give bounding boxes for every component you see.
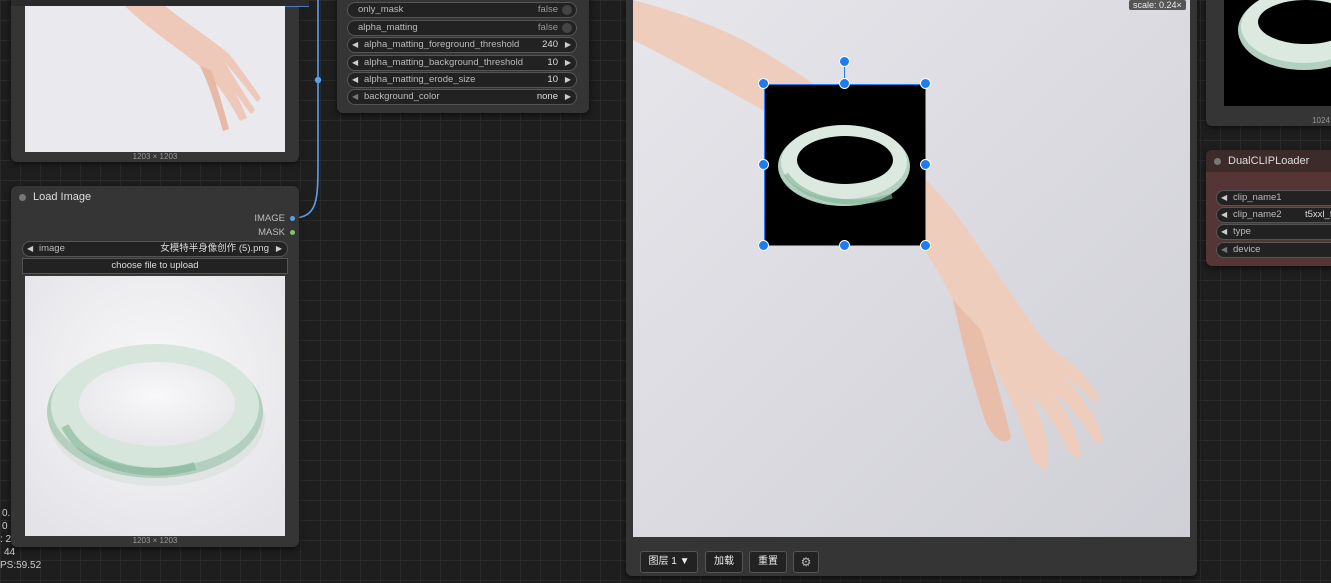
loaded-image-caption: 1203 × 1203: [132, 536, 178, 545]
stat-line-4: 44: [4, 547, 16, 558]
alpha-matting-label: alpha_matting: [358, 22, 418, 33]
increment-arrow[interactable]: ▶: [565, 73, 571, 87]
combo-prev-arrow[interactable]: ◀: [352, 90, 358, 104]
clip-name2-label: clip_name2: [1233, 209, 1282, 220]
combo-next-arrow[interactable]: ▶: [276, 242, 282, 256]
right-preview-node[interactable]: 1024: [1206, 0, 1331, 126]
type-widget[interactable]: ◀ type: [1216, 224, 1331, 240]
only-mask-value: false: [537, 4, 558, 15]
image-widget-value: 女模特半身像创作 (5).png: [160, 243, 269, 254]
alpha-matting-toggle[interactable]: alpha_matting false: [347, 20, 577, 36]
dual-clip-loader-node[interactable]: DualCLIPLoader ◀ clip_name1 ◀ clip_name2…: [1206, 150, 1331, 266]
increment-arrow[interactable]: ▶: [565, 38, 571, 52]
resize-handle-top-left[interactable]: [758, 78, 769, 89]
resize-handle-top[interactable]: [839, 78, 850, 89]
alpha-matting-value: false: [537, 22, 558, 33]
canvas-editor-node[interactable]: scale: 0.24×: [626, 0, 1197, 576]
node-collapse-dot[interactable]: [19, 194, 26, 201]
load-image-node[interactable]: Load Image IMAGE MASK ◀ image 女模特半身像创作 (…: [11, 186, 299, 547]
only-mask-label: only_mask: [358, 4, 404, 15]
load-button[interactable]: 加载: [705, 551, 743, 573]
right-preview-image: [1224, 0, 1331, 106]
scale-badge: scale: 0.24×: [1129, 0, 1186, 10]
resize-handle-bottom[interactable]: [839, 240, 850, 251]
erode-size-widget[interactable]: ◀ alpha_matting_erode_size 10 ▶: [347, 72, 577, 88]
only-mask-toggle[interactable]: only_mask false: [347, 2, 577, 18]
decrement-arrow[interactable]: ◀: [352, 38, 358, 52]
fps-readout: PS:59.52: [0, 560, 42, 571]
resize-handle-top-right[interactable]: [920, 78, 931, 89]
rotate-handle[interactable]: [839, 56, 850, 67]
toggle-knob: [562, 23, 572, 33]
node-collapse-dot[interactable]: [1214, 158, 1221, 165]
reset-button[interactable]: 重置: [749, 551, 787, 573]
layer-select[interactable]: 图层 1 ▼: [640, 551, 698, 573]
background-color-value: none: [536, 91, 558, 102]
clip-name2-widget[interactable]: ◀ clip_name2 t5xxl_f: [1216, 207, 1331, 223]
type-label: type: [1233, 226, 1251, 237]
dual-clip-title-text: DualCLIPLoader: [1228, 155, 1310, 167]
stat-line-3: : 2: [0, 534, 12, 545]
combo-next-arrow[interactable]: ▶: [565, 90, 571, 104]
device-widget[interactable]: ◀ device: [1216, 242, 1331, 258]
foreground-threshold-widget[interactable]: ◀ alpha_matting_foreground_threshold 240…: [347, 37, 577, 53]
increment-arrow[interactable]: ▶: [565, 56, 571, 70]
combo-prev-arrow[interactable]: ◀: [1221, 208, 1227, 222]
clip-name1-label: clip_name1: [1233, 192, 1282, 203]
foreground-threshold-label: alpha_matting_foreground_threshold: [364, 39, 520, 50]
output-image-label: IMAGE: [254, 213, 285, 224]
background-color-widget[interactable]: ◀ background_color none ▶: [347, 89, 577, 105]
resize-handle-left[interactable]: [758, 159, 769, 170]
selection-box[interactable]: [764, 84, 926, 246]
resize-handle-bottom-left[interactable]: [758, 240, 769, 251]
choose-file-button[interactable]: choose file to upload: [22, 258, 288, 274]
rembg-node[interactable]: only_mask false alpha_matting false ◀ al…: [337, 0, 589, 113]
canvas-area[interactable]: [633, 0, 1190, 537]
combo-prev-arrow[interactable]: ◀: [1221, 191, 1227, 205]
load-image-title[interactable]: Load Image: [11, 186, 299, 208]
background-threshold-widget[interactable]: ◀ alpha_matting_background_threshold 10 …: [347, 55, 577, 71]
background-threshold-label: alpha_matting_background_threshold: [364, 57, 523, 68]
output-image-dot[interactable]: [290, 216, 295, 221]
toggle-knob: [562, 5, 572, 15]
foreground-threshold-value: 240: [542, 39, 558, 50]
decrement-arrow[interactable]: ◀: [352, 56, 358, 70]
combo-prev-arrow[interactable]: ◀: [1221, 243, 1227, 257]
preview-image-node[interactable]: 1203 × 1203: [11, 0, 309, 162]
combo-prev-arrow[interactable]: ◀: [27, 242, 33, 256]
resize-handle-bottom-right[interactable]: [920, 240, 931, 251]
dual-clip-title[interactable]: DualCLIPLoader: [1206, 150, 1331, 172]
clip-name2-value: t5xxl_f: [1305, 209, 1331, 220]
stat-line-1: 0.: [2, 508, 11, 519]
loaded-image-bangle: [25, 276, 285, 536]
output-mask-dot[interactable]: [290, 230, 295, 235]
gear-icon: ⚙: [800, 555, 812, 569]
preview-image-caption: 1203 × 1203: [132, 152, 178, 161]
background-color-label: background_color: [364, 91, 440, 102]
image-combo-widget[interactable]: ◀ image 女模特半身像创作 (5).png ▶: [22, 241, 288, 257]
right-preview-caption: 1024: [1312, 116, 1330, 125]
clip-name1-widget[interactable]: ◀ clip_name1: [1216, 190, 1331, 206]
decrement-arrow[interactable]: ◀: [352, 73, 358, 87]
resize-handle-right[interactable]: [920, 159, 931, 170]
erode-size-label: alpha_matting_erode_size: [364, 74, 476, 85]
image-widget-label: image: [39, 243, 65, 254]
settings-button[interactable]: ⚙: [793, 551, 819, 573]
combo-prev-arrow[interactable]: ◀: [1221, 225, 1227, 239]
load-image-title-text: Load Image: [33, 191, 92, 203]
device-label: device: [1233, 244, 1261, 255]
stat-line-2: 0: [2, 521, 8, 532]
preview-image-hand: [25, 6, 285, 152]
output-mask-label: MASK: [258, 227, 285, 238]
erode-size-value: 10: [547, 74, 558, 85]
background-threshold-value: 10: [547, 57, 558, 68]
